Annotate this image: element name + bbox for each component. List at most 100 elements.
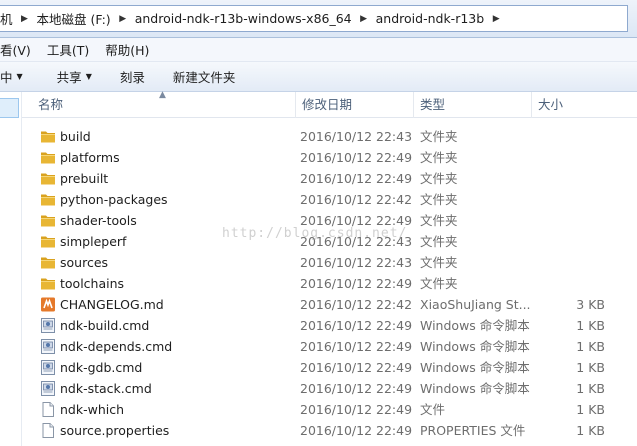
file-type: 文件 bbox=[420, 402, 446, 417]
file-type: 文件夹 bbox=[420, 255, 458, 270]
chevron-down-icon: ▼ bbox=[85, 72, 92, 81]
column-name[interactable]: 名称 bbox=[32, 92, 296, 118]
breadcrumb-chevron-icon[interactable]: ▶ bbox=[17, 14, 33, 24]
folder-icon bbox=[40, 234, 56, 249]
file-date: 2016/10/12 22:49 bbox=[300, 360, 413, 375]
burn-button[interactable]: 刻录 bbox=[106, 67, 159, 86]
file-row[interactable]: ndk-depends.cmd 2016/10/12 22:49 Windows 命… bbox=[22, 336, 637, 357]
column-header: ▲ 名称 修改日期 类型 大小 bbox=[22, 90, 637, 118]
include-label: 中 bbox=[0, 70, 13, 85]
file-row[interactable]: ndk-which 2016/10/12 22:49 文件 1 KB bbox=[22, 399, 637, 420]
file-date: 2016/10/12 22:49 bbox=[300, 339, 413, 354]
file-date: 2016/10/12 22:49 bbox=[300, 150, 413, 165]
column-date-modified[interactable]: 修改日期 bbox=[296, 92, 414, 118]
file-name: python-packages bbox=[60, 192, 168, 207]
file-size: 1 KB bbox=[576, 423, 605, 438]
nav-selected-item[interactable] bbox=[0, 98, 19, 118]
file-row[interactable]: sources 2016/10/12 22:43 文件夹 bbox=[22, 252, 637, 273]
folder-icon bbox=[40, 213, 56, 228]
column-type[interactable]: 类型 bbox=[414, 92, 532, 118]
menu-tools[interactable]: 工具(T) bbox=[39, 40, 97, 59]
file-type: 文件夹 bbox=[420, 171, 458, 186]
file-date: 2016/10/12 22:43 bbox=[300, 129, 413, 144]
breadcrumb-chevron-icon[interactable]: ▶ bbox=[115, 14, 131, 24]
include-in-library-button[interactable]: 中 ▼ bbox=[0, 67, 43, 86]
breadcrumb-drive[interactable]: 本地磁盘 (F:) bbox=[33, 6, 115, 31]
folder-icon bbox=[40, 255, 56, 270]
file-size: 1 KB bbox=[576, 339, 605, 354]
menu-bar: 看(V) 工具(T) 帮助(H) bbox=[0, 38, 637, 62]
file-name: CHANGELOG.md bbox=[60, 297, 164, 312]
file-date: 2016/10/12 22:49 bbox=[300, 402, 413, 417]
file-type: Windows 命令脚本 bbox=[420, 318, 530, 333]
file-row[interactable]: prebuilt 2016/10/12 22:49 文件夹 bbox=[22, 168, 637, 189]
folder-icon bbox=[40, 171, 56, 186]
breadcrumb-chevron-icon[interactable]: ▶ bbox=[356, 14, 372, 24]
breadcrumb-computer[interactable]: 机 bbox=[0, 6, 17, 31]
file-name: ndk-gdb.cmd bbox=[60, 360, 143, 375]
address-bar[interactable]: 机 ▶ 本地磁盘 (F:) ▶ android-ndk-r13b-windows… bbox=[0, 5, 628, 32]
file-size: 3 KB bbox=[576, 297, 605, 312]
file-row[interactable]: ndk-build.cmd 2016/10/12 22:49 Windows 命令脚… bbox=[22, 315, 637, 336]
file-row[interactable]: source.properties 2016/10/12 22:49 PROPERT… bbox=[22, 420, 637, 441]
chevron-down-icon: ▼ bbox=[16, 72, 23, 81]
file-size: 1 KB bbox=[576, 381, 605, 396]
file-name: sources bbox=[60, 255, 109, 270]
menu-help[interactable]: 帮助(H) bbox=[97, 40, 157, 59]
file-type: Windows 命令脚本 bbox=[420, 360, 530, 375]
file-type: 文件夹 bbox=[420, 213, 458, 228]
share-button[interactable]: 共享 ▼ bbox=[43, 67, 106, 86]
breadcrumb-chevron-icon[interactable]: ▶ bbox=[488, 14, 504, 24]
file-row[interactable]: python-packages 2016/10/12 22:42 文件夹 bbox=[22, 189, 637, 210]
burn-label: 刻录 bbox=[119, 70, 145, 85]
file-date: 2016/10/12 22:49 bbox=[300, 318, 413, 333]
file-row[interactable]: ndk-stack.cmd 2016/10/12 22:49 Windows 命令脚… bbox=[22, 378, 637, 399]
file-list: build 2016/10/12 22:43 文件夹 platforms 2016/10… bbox=[22, 126, 637, 441]
cmd-file-icon bbox=[40, 381, 56, 396]
file-date: 2016/10/12 22:49 bbox=[300, 423, 413, 438]
file-row[interactable]: toolchains 2016/10/12 22:49 文件夹 bbox=[22, 273, 637, 294]
file-name: build bbox=[60, 129, 91, 144]
cmd-file-icon bbox=[40, 318, 56, 333]
menu-view[interactable]: 看(V) bbox=[0, 40, 39, 59]
file-date: 2016/10/12 22:43 bbox=[300, 255, 413, 270]
file-row[interactable]: build 2016/10/12 22:43 文件夹 bbox=[22, 126, 637, 147]
file-name: prebuilt bbox=[60, 171, 109, 186]
file-size: 1 KB bbox=[576, 318, 605, 333]
file-type: PROPERTIES 文件 bbox=[420, 423, 526, 438]
new-folder-button[interactable]: 新建文件夹 bbox=[159, 67, 250, 86]
file-name: source.properties bbox=[60, 423, 170, 438]
file-date: 2016/10/12 22:49 bbox=[300, 276, 413, 291]
file-name: ndk-depends.cmd bbox=[60, 339, 173, 354]
breadcrumb-ndk-folder[interactable]: android-ndk-r13b bbox=[372, 6, 489, 31]
column-size[interactable]: 大小 bbox=[532, 92, 612, 118]
watermark-text: http://blog.csdn.net/ bbox=[222, 226, 408, 241]
file-type: 文件夹 bbox=[420, 276, 458, 291]
file-type: XiaoShuJiang St... bbox=[420, 297, 531, 312]
file-type: 文件夹 bbox=[420, 234, 458, 249]
file-row[interactable]: ndk-gdb.cmd 2016/10/12 22:49 Windows 命令脚本 1… bbox=[22, 357, 637, 378]
command-toolbar: 中 ▼ 共享 ▼ 刻录 新建文件夹 bbox=[0, 62, 637, 92]
folder-icon bbox=[40, 276, 56, 291]
file-type: 文件夹 bbox=[420, 150, 458, 165]
file-icon bbox=[40, 402, 56, 417]
file-type: Windows 命令脚本 bbox=[420, 339, 530, 354]
file-size: 1 KB bbox=[576, 360, 605, 375]
file-date: 2016/10/12 22:42 bbox=[300, 297, 413, 312]
share-label: 共享 bbox=[56, 70, 82, 85]
file-name: ndk-build.cmd bbox=[60, 318, 150, 333]
breadcrumb-ndk-root[interactable]: android-ndk-r13b-windows-x86_64 bbox=[131, 6, 356, 31]
new-folder-label: 新建文件夹 bbox=[172, 70, 236, 85]
file-row[interactable]: CHANGELOG.md 2016/10/12 22:42 XiaoShuJiang… bbox=[22, 294, 637, 315]
markdown-file-icon bbox=[40, 297, 56, 312]
file-date: 2016/10/12 22:42 bbox=[300, 192, 413, 207]
file-name: platforms bbox=[60, 150, 120, 165]
file-name: toolchains bbox=[60, 276, 125, 291]
file-type: 文件夹 bbox=[420, 129, 458, 144]
navigation-pane[interactable] bbox=[0, 92, 22, 446]
file-row[interactable]: platforms 2016/10/12 22:49 文件夹 bbox=[22, 147, 637, 168]
folder-icon bbox=[40, 129, 56, 144]
cmd-file-icon bbox=[40, 339, 56, 354]
file-icon bbox=[40, 423, 56, 438]
folder-icon bbox=[40, 192, 56, 207]
